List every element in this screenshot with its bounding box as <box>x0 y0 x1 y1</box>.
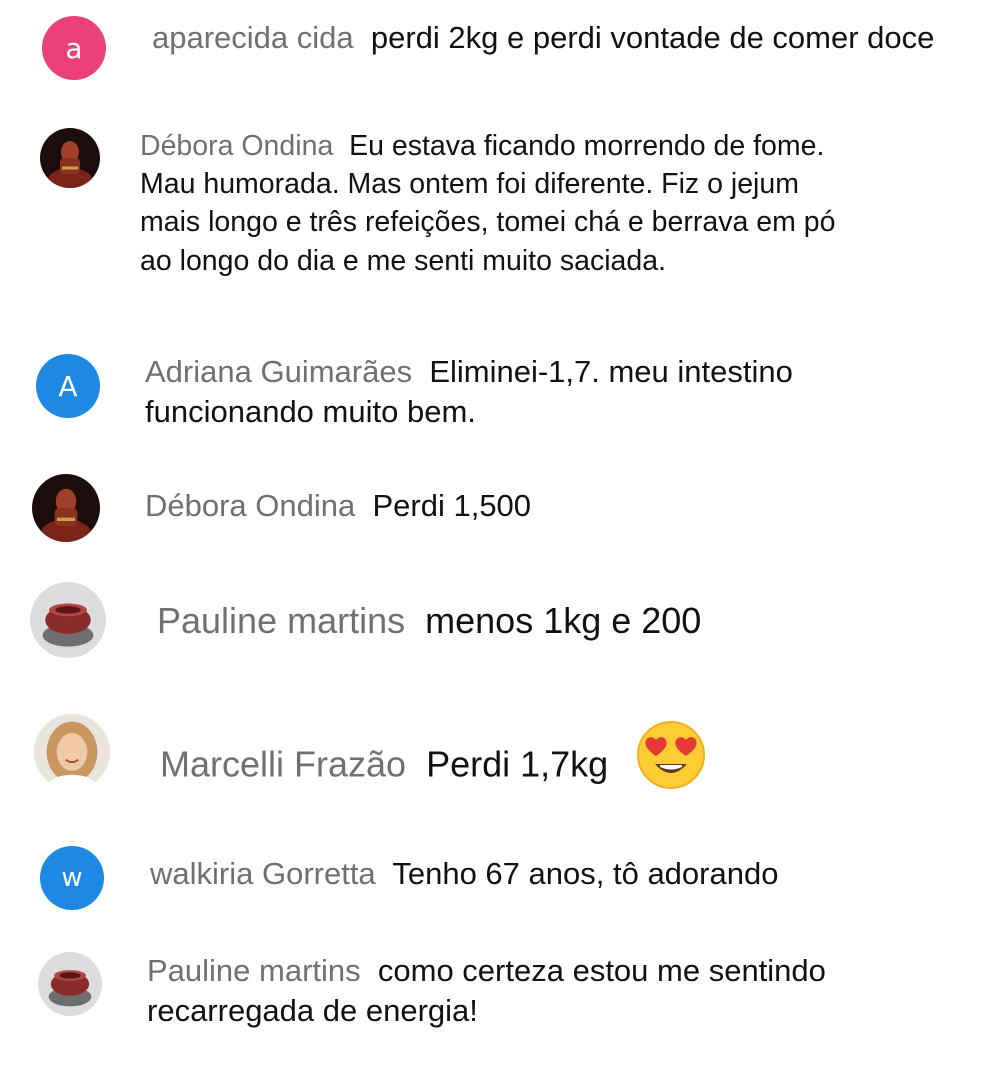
comment-text: Perdi 1,500 <box>372 488 532 523</box>
comment-body: Pauline martins como certeza estou me se… <box>147 951 937 1032</box>
comment-author[interactable]: Débora Ondina <box>145 488 355 523</box>
avatar[interactable] <box>32 474 100 542</box>
comment-author[interactable]: walkiria Gorretta <box>150 856 376 891</box>
comment-author[interactable]: Pauline martins <box>147 953 361 988</box>
photo-avatar-woman-icon <box>34 714 110 790</box>
avatar-letter: w <box>61 863 83 893</box>
avatar[interactable]: a <box>42 16 106 80</box>
comment-body: Pauline martins menos 1kg e 200 <box>157 598 977 645</box>
avatar[interactable] <box>34 714 110 790</box>
comment-author[interactable]: aparecida cida <box>152 20 354 55</box>
comment-text: Tenho 67 anos, tô adorando <box>392 856 779 891</box>
comment-body: aparecida cida perdi 2kg e perdi vontade… <box>152 18 972 58</box>
photo-avatar-dark-icon <box>32 474 100 542</box>
comment-text: menos 1kg e 200 <box>425 600 702 641</box>
comment-author[interactable]: Marcelli Frazão <box>160 743 406 784</box>
photo-avatar-bowl-icon <box>30 582 106 658</box>
comment-body: Débora Ondina Eu estava ficando morrendo… <box>140 127 860 280</box>
avatar-letter: A <box>58 369 78 403</box>
comment-author[interactable]: Pauline martins <box>157 600 405 641</box>
comment-author[interactable]: Débora Ondina <box>140 130 333 162</box>
comment-body: walkiria Gorretta Tenho 67 anos, tô ador… <box>150 854 950 894</box>
photo-avatar-dark-icon <box>40 128 100 188</box>
avatar[interactable] <box>30 582 106 658</box>
avatar[interactable]: w <box>40 846 104 910</box>
heart-eyes-emoji-icon <box>636 720 706 802</box>
avatar-letter: a <box>65 31 83 65</box>
avatar[interactable] <box>40 128 100 188</box>
comment-author[interactable]: Adriana Guimarães <box>145 354 412 389</box>
comment-body: Marcelli Frazão Perdi 1,7kg <box>160 721 980 808</box>
comment-body: Débora Ondina Perdi 1,500 <box>145 486 945 526</box>
avatar[interactable]: A <box>36 354 100 418</box>
comment-body: Adriana Guimarães Eliminei-1,7. meu inte… <box>145 352 905 433</box>
avatar[interactable] <box>38 952 102 1016</box>
comment-text: Perdi 1,7kg <box>426 743 609 785</box>
photo-avatar-bowl-icon <box>38 952 102 1016</box>
comment-text: perdi 2kg e perdi vontade de comer doce <box>370 20 935 55</box>
